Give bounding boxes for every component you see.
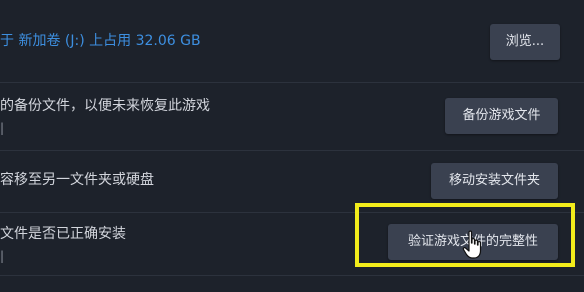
hand-pointer-icon [462, 230, 484, 260]
backup-description: 的备份文件，以便未来恢复此游戏 [0, 98, 210, 114]
verify-description-sub: | [0, 249, 5, 263]
verify-row: 文件是否已正确安装 | 验证游戏文件的完整性 [0, 213, 584, 292]
install-location-label: 于 新加卷 (J:) 上占用 32.06 GB [0, 33, 201, 49]
browse-button[interactable]: 浏览... [490, 24, 560, 60]
backup-description-sub: | [0, 121, 5, 135]
install-location-row: 于 新加卷 (J:) 上占用 32.06 GB 浏览... [0, 0, 584, 80]
verify-description: 文件是否已正确安装 [0, 226, 126, 242]
divider [0, 275, 584, 276]
move-install-folder-button[interactable]: 移动安装文件夹 [431, 163, 558, 199]
move-row: 容移至另一文件夹或硬盘 移动安装文件夹 [0, 151, 584, 209]
backup-game-files-button[interactable]: 备份游戏文件 [445, 98, 558, 134]
install-settings-panel: 于 新加卷 (J:) 上占用 32.06 GB 浏览... 的备份文件，以便未来… [0, 0, 584, 292]
backup-row: 的备份文件，以便未来恢复此游戏 | 备份游戏文件 [0, 83, 584, 149]
move-description: 容移至另一文件夹或硬盘 [0, 172, 154, 188]
